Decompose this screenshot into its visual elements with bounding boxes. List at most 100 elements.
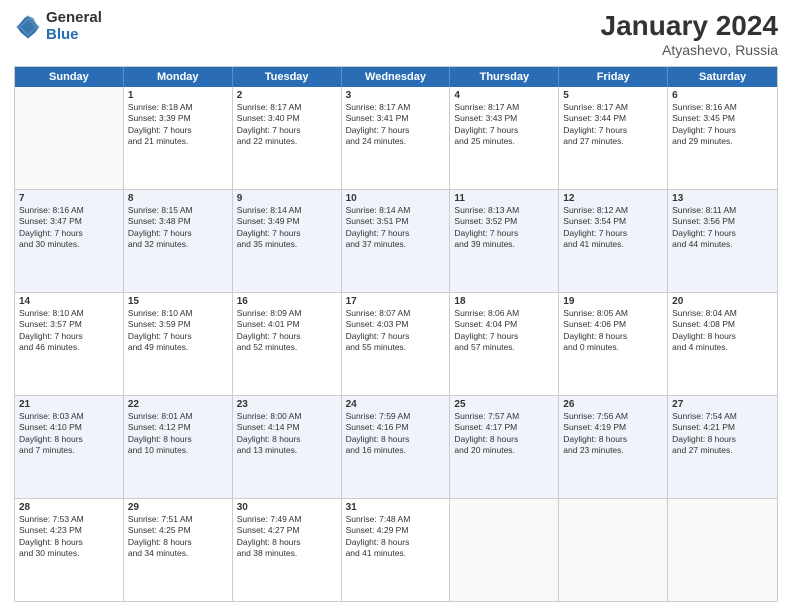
cell-info-line: Sunrise: 8:06 AM bbox=[454, 308, 554, 319]
cell-info-line: Sunrise: 8:01 AM bbox=[128, 411, 228, 422]
calendar-cell: 12Sunrise: 8:12 AMSunset: 3:54 PMDayligh… bbox=[559, 190, 668, 292]
calendar-cell: 19Sunrise: 8:05 AMSunset: 4:06 PMDayligh… bbox=[559, 293, 668, 395]
calendar-cell: 18Sunrise: 8:06 AMSunset: 4:04 PMDayligh… bbox=[450, 293, 559, 395]
cell-info-line: and 52 minutes. bbox=[237, 342, 337, 353]
cell-info-line: Sunset: 3:48 PM bbox=[128, 216, 228, 227]
cell-info-line: Sunset: 4:08 PM bbox=[672, 319, 773, 330]
cell-info-line: and 57 minutes. bbox=[454, 342, 554, 353]
cell-info-line: Sunrise: 8:05 AM bbox=[563, 308, 663, 319]
calendar-cell: 29Sunrise: 7:51 AMSunset: 4:25 PMDayligh… bbox=[124, 499, 233, 601]
cell-info-line: Sunrise: 8:14 AM bbox=[346, 205, 446, 216]
day-number: 5 bbox=[563, 90, 663, 101]
cell-info-line: and 41 minutes. bbox=[346, 548, 446, 559]
cell-info-line: Sunrise: 8:17 AM bbox=[237, 102, 337, 113]
day-number: 28 bbox=[19, 502, 119, 513]
calendar-cell: 2Sunrise: 8:17 AMSunset: 3:40 PMDaylight… bbox=[233, 87, 342, 189]
calendar: SundayMondayTuesdayWednesdayThursdayFrid… bbox=[14, 66, 778, 602]
cell-info-line: and 30 minutes. bbox=[19, 548, 119, 559]
cell-info-line: Sunrise: 8:16 AM bbox=[672, 102, 773, 113]
calendar-body: 1Sunrise: 8:18 AMSunset: 3:39 PMDaylight… bbox=[15, 87, 777, 601]
calendar-cell: 22Sunrise: 8:01 AMSunset: 4:12 PMDayligh… bbox=[124, 396, 233, 498]
cell-info-line: Sunset: 4:04 PM bbox=[454, 319, 554, 330]
cell-info-line: Sunrise: 8:16 AM bbox=[19, 205, 119, 216]
calendar-cell bbox=[668, 499, 777, 601]
day-number: 23 bbox=[237, 399, 337, 410]
cell-info-line: Daylight: 8 hours bbox=[563, 331, 663, 342]
cell-info-line: and 46 minutes. bbox=[19, 342, 119, 353]
cell-info-line: and 4 minutes. bbox=[672, 342, 773, 353]
cell-info-line: Daylight: 8 hours bbox=[672, 434, 773, 445]
cell-info-line: and 32 minutes. bbox=[128, 239, 228, 250]
cell-info-line: and 34 minutes. bbox=[128, 548, 228, 559]
cell-info-line: Daylight: 8 hours bbox=[346, 434, 446, 445]
cell-info-line: Sunset: 4:21 PM bbox=[672, 422, 773, 433]
title-block: January 2024 Atyashevo, Russia bbox=[601, 10, 778, 58]
day-number: 10 bbox=[346, 193, 446, 204]
cell-info-line: and 55 minutes. bbox=[346, 342, 446, 353]
cell-info-line: Sunrise: 7:56 AM bbox=[563, 411, 663, 422]
month-year-title: January 2024 bbox=[601, 10, 778, 42]
cell-info-line: and 49 minutes. bbox=[128, 342, 228, 353]
cell-info-line: Daylight: 7 hours bbox=[672, 125, 773, 136]
day-number: 3 bbox=[346, 90, 446, 101]
calendar-cell: 20Sunrise: 8:04 AMSunset: 4:08 PMDayligh… bbox=[668, 293, 777, 395]
cell-info-line: Daylight: 7 hours bbox=[237, 331, 337, 342]
cell-info-line: Sunrise: 7:48 AM bbox=[346, 514, 446, 525]
cell-info-line: and 13 minutes. bbox=[237, 445, 337, 456]
calendar-cell: 17Sunrise: 8:07 AMSunset: 4:03 PMDayligh… bbox=[342, 293, 451, 395]
day-number: 17 bbox=[346, 296, 446, 307]
cell-info-line: Sunrise: 8:18 AM bbox=[128, 102, 228, 113]
calendar-cell: 16Sunrise: 8:09 AMSunset: 4:01 PMDayligh… bbox=[233, 293, 342, 395]
day-number: 13 bbox=[672, 193, 773, 204]
cell-info-line: and 35 minutes. bbox=[237, 239, 337, 250]
cell-info-line: and 38 minutes. bbox=[237, 548, 337, 559]
calendar-row-5: 28Sunrise: 7:53 AMSunset: 4:23 PMDayligh… bbox=[15, 499, 777, 601]
cell-info-line: Sunset: 4:14 PM bbox=[237, 422, 337, 433]
header-day-sunday: Sunday bbox=[15, 67, 124, 87]
cell-info-line: Daylight: 8 hours bbox=[128, 537, 228, 548]
calendar-cell: 5Sunrise: 8:17 AMSunset: 3:44 PMDaylight… bbox=[559, 87, 668, 189]
day-number: 22 bbox=[128, 399, 228, 410]
cell-info-line: Sunset: 3:40 PM bbox=[237, 113, 337, 124]
cell-info-line: Sunset: 3:59 PM bbox=[128, 319, 228, 330]
cell-info-line: and 27 minutes. bbox=[672, 445, 773, 456]
cell-info-line: Sunrise: 7:53 AM bbox=[19, 514, 119, 525]
cell-info-line: Sunrise: 8:10 AM bbox=[128, 308, 228, 319]
cell-info-line: and 30 minutes. bbox=[19, 239, 119, 250]
calendar-cell: 1Sunrise: 8:18 AMSunset: 3:39 PMDaylight… bbox=[124, 87, 233, 189]
day-number: 29 bbox=[128, 502, 228, 513]
cell-info-line: Sunset: 4:25 PM bbox=[128, 525, 228, 536]
cell-info-line: Sunset: 4:01 PM bbox=[237, 319, 337, 330]
calendar-cell: 3Sunrise: 8:17 AMSunset: 3:41 PMDaylight… bbox=[342, 87, 451, 189]
cell-info-line: and 39 minutes. bbox=[454, 239, 554, 250]
calendar-cell bbox=[15, 87, 124, 189]
cell-info-line: Sunset: 4:16 PM bbox=[346, 422, 446, 433]
cell-info-line: and 37 minutes. bbox=[346, 239, 446, 250]
cell-info-line: Daylight: 8 hours bbox=[563, 434, 663, 445]
cell-info-line: Daylight: 7 hours bbox=[563, 228, 663, 239]
cell-info-line: Sunset: 4:17 PM bbox=[454, 422, 554, 433]
calendar-cell: 11Sunrise: 8:13 AMSunset: 3:52 PMDayligh… bbox=[450, 190, 559, 292]
cell-info-line: Sunset: 3:47 PM bbox=[19, 216, 119, 227]
day-number: 9 bbox=[237, 193, 337, 204]
calendar-cell: 24Sunrise: 7:59 AMSunset: 4:16 PMDayligh… bbox=[342, 396, 451, 498]
cell-info-line: Daylight: 8 hours bbox=[454, 434, 554, 445]
cell-info-line: Sunrise: 8:17 AM bbox=[346, 102, 446, 113]
cell-info-line: Daylight: 7 hours bbox=[346, 125, 446, 136]
calendar-cell: 28Sunrise: 7:53 AMSunset: 4:23 PMDayligh… bbox=[15, 499, 124, 601]
cell-info-line: and 23 minutes. bbox=[563, 445, 663, 456]
calendar-cell: 26Sunrise: 7:56 AMSunset: 4:19 PMDayligh… bbox=[559, 396, 668, 498]
calendar-cell: 13Sunrise: 8:11 AMSunset: 3:56 PMDayligh… bbox=[668, 190, 777, 292]
day-number: 15 bbox=[128, 296, 228, 307]
day-number: 31 bbox=[346, 502, 446, 513]
cell-info-line: Sunset: 3:45 PM bbox=[672, 113, 773, 124]
cell-info-line: and 10 minutes. bbox=[128, 445, 228, 456]
day-number: 16 bbox=[237, 296, 337, 307]
day-number: 25 bbox=[454, 399, 554, 410]
header-day-tuesday: Tuesday bbox=[233, 67, 342, 87]
cell-info-line: Sunset: 3:39 PM bbox=[128, 113, 228, 124]
cell-info-line: Sunrise: 8:09 AM bbox=[237, 308, 337, 319]
calendar-cell: 31Sunrise: 7:48 AMSunset: 4:29 PMDayligh… bbox=[342, 499, 451, 601]
cell-info-line: and 16 minutes. bbox=[346, 445, 446, 456]
calendar-cell: 25Sunrise: 7:57 AMSunset: 4:17 PMDayligh… bbox=[450, 396, 559, 498]
